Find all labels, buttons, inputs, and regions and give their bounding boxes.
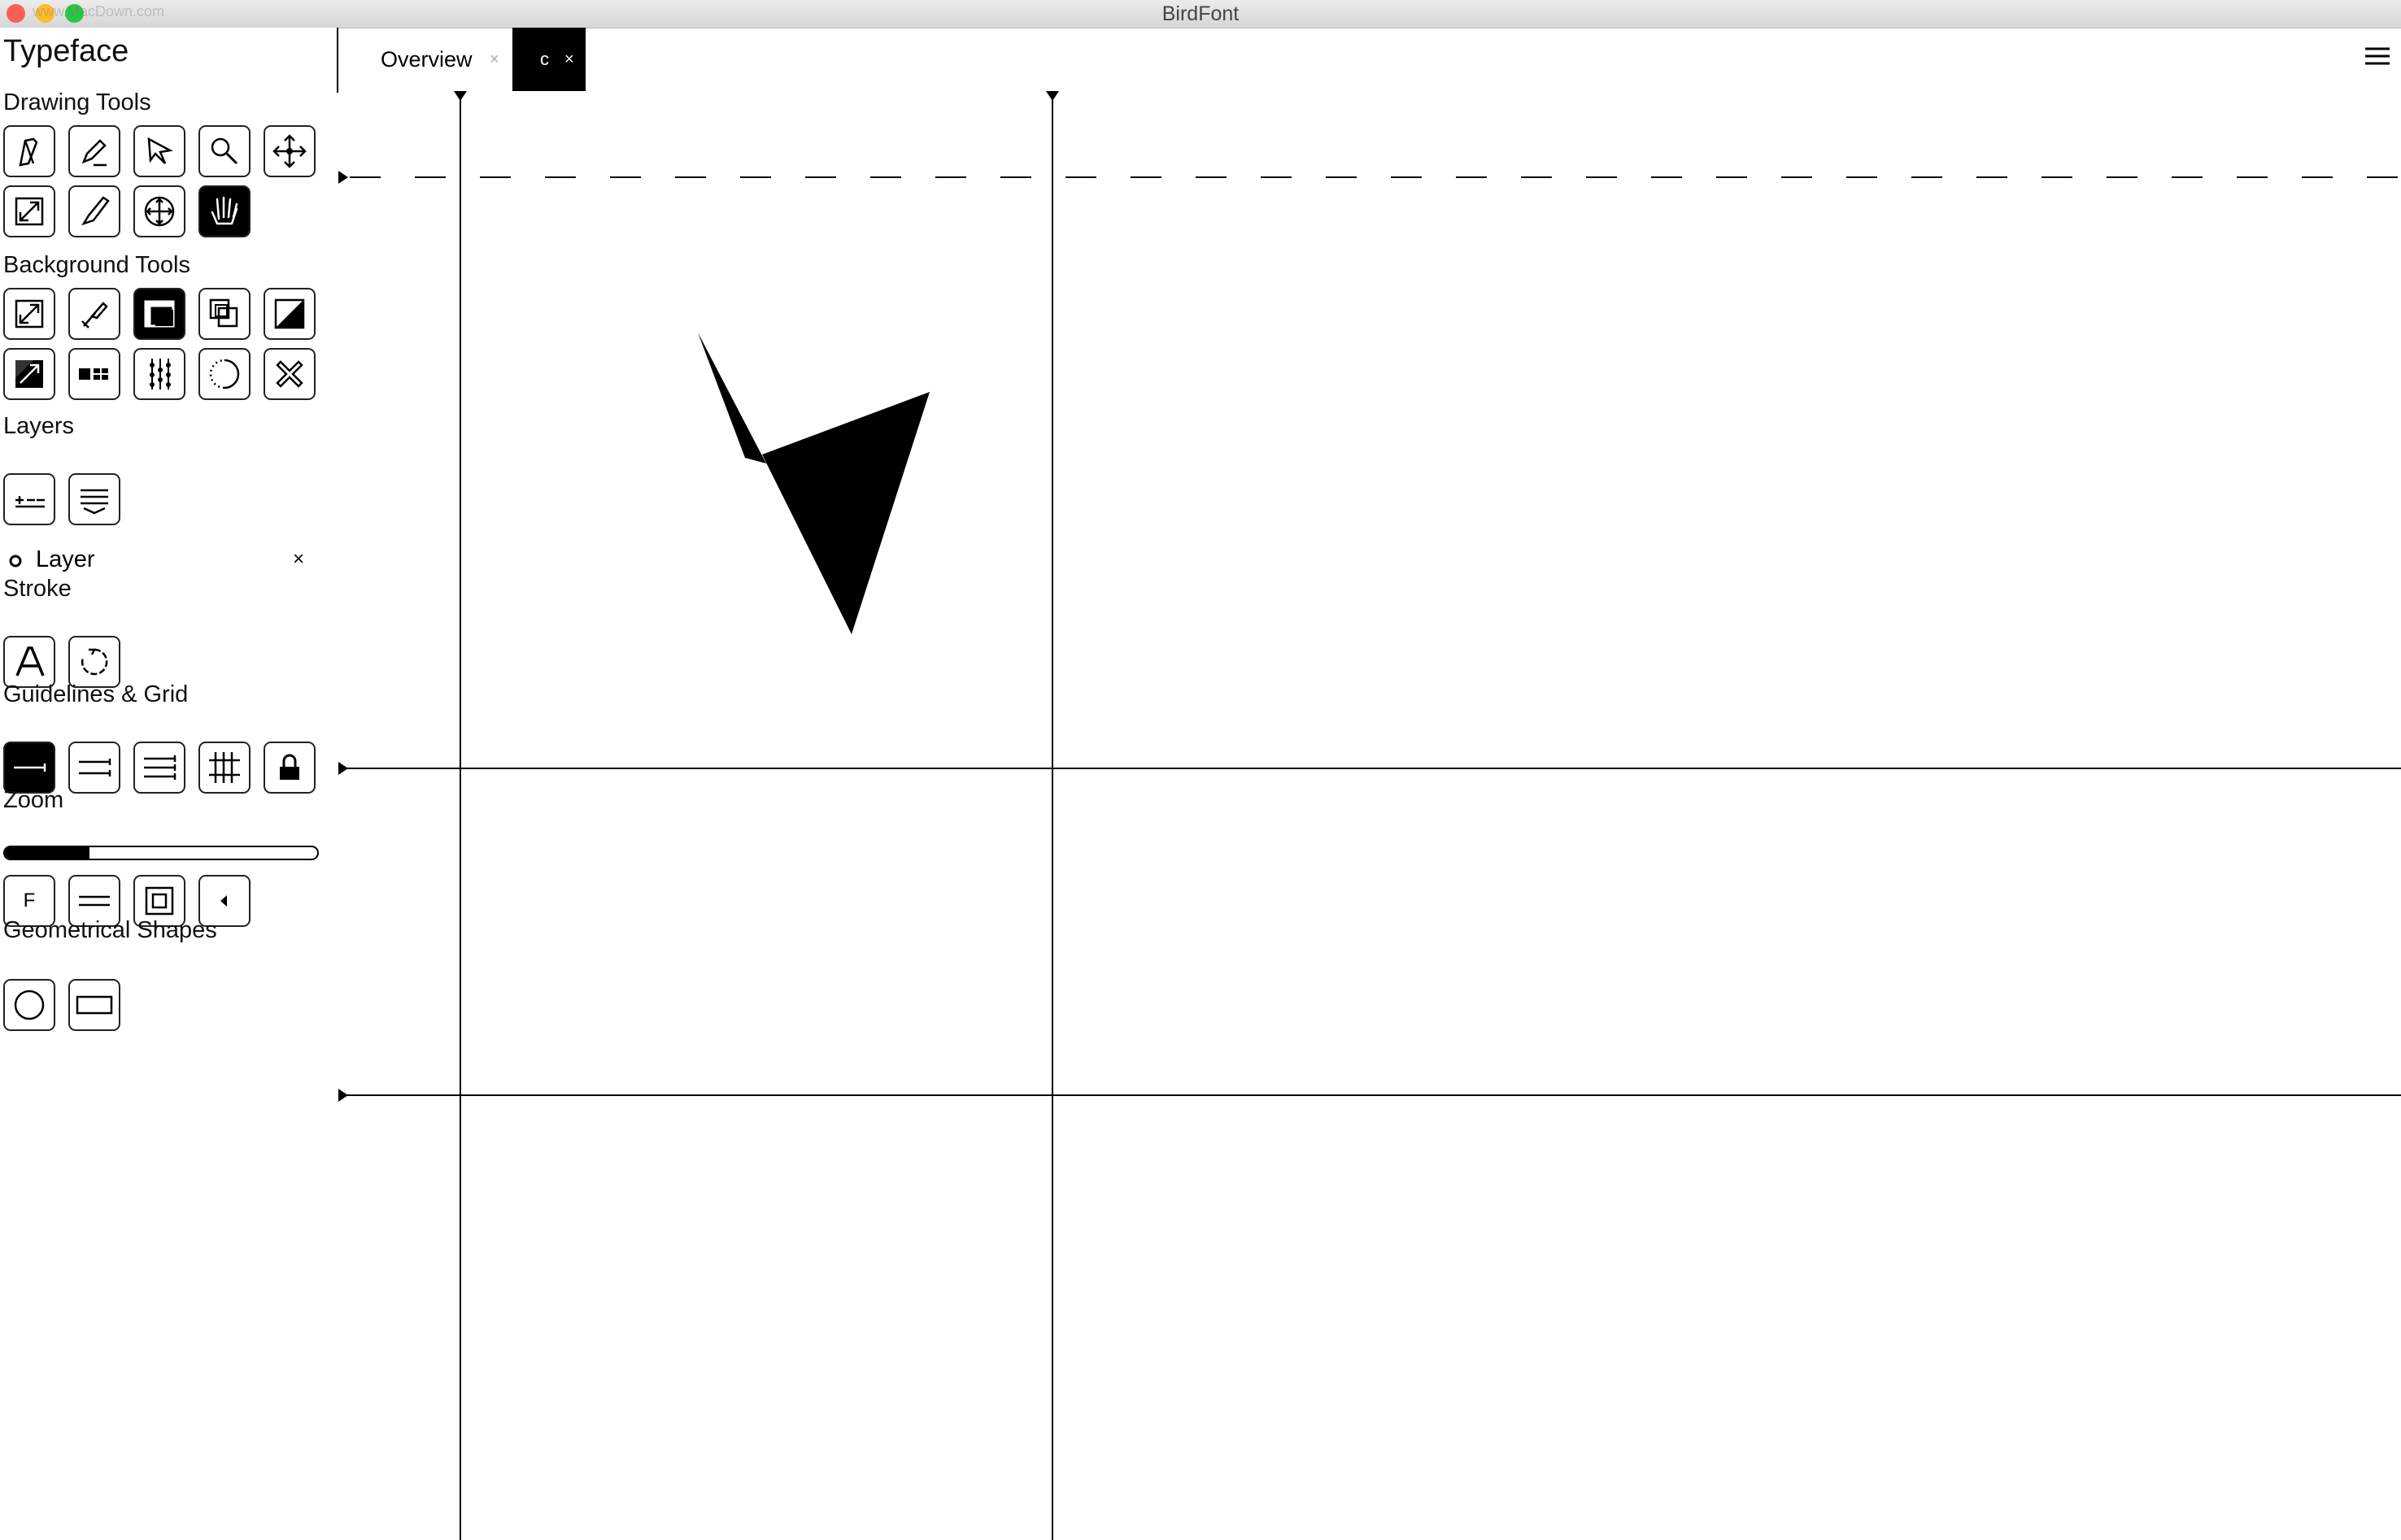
sidebar: Typeface Drawing Tools Background Tools … xyxy=(0,28,337,1540)
hand-tool-button[interactable] xyxy=(198,185,251,237)
zoom-frame-icon xyxy=(145,886,174,916)
canvas-svg xyxy=(338,91,2401,1540)
bg-threshold-button[interactable] xyxy=(3,348,55,400)
bg-contrast-button[interactable] xyxy=(264,288,316,340)
rectangle-shape-button[interactable] xyxy=(68,979,120,1031)
circle-icon xyxy=(14,990,45,1020)
remove-layer-icon[interactable]: × xyxy=(293,548,304,571)
pen-icon xyxy=(19,137,38,167)
zoom-icon xyxy=(211,137,238,165)
grid-button[interactable] xyxy=(198,742,251,794)
top-guide-handle[interactable] xyxy=(338,171,348,184)
bg-dotted-lines-button[interactable] xyxy=(133,348,185,400)
bg-scale-button[interactable] xyxy=(3,288,55,340)
bg-crop-button[interactable] xyxy=(68,288,120,340)
app-window: www.MacDown.com BirdFont Typeface Drawin… xyxy=(0,0,2401,1540)
drawing-tools-heading: Drawing Tools xyxy=(3,89,151,115)
brush-tool-button[interactable] xyxy=(68,185,120,237)
grid-icon xyxy=(209,752,240,783)
tab-glyph-c[interactable]: c × xyxy=(512,28,586,91)
zoom-slider[interactable] xyxy=(3,846,319,860)
threshold-icon xyxy=(15,360,43,388)
glyph-canvas[interactable] xyxy=(338,91,2401,1540)
guide-single-icon xyxy=(14,763,46,772)
zoom-slider-fill xyxy=(5,847,89,859)
guide-double-icon xyxy=(79,759,111,777)
layer-row[interactable]: Layer × xyxy=(8,546,317,576)
descender-handle[interactable] xyxy=(338,1089,348,1102)
guide-single-button[interactable] xyxy=(3,742,55,794)
right-guide-handle[interactable] xyxy=(1046,91,1059,101)
zoom-fit-label: F xyxy=(23,890,36,911)
stroke-outline-button[interactable] xyxy=(68,636,120,688)
left-guide-handle[interactable] xyxy=(454,91,467,101)
menu-button[interactable] xyxy=(2365,46,2390,67)
tab-glyph-label: c xyxy=(540,49,549,69)
window-title: BirdFont xyxy=(1161,2,1240,25)
move-tool-button[interactable] xyxy=(264,125,316,177)
plus-minus-icon xyxy=(15,496,45,508)
blocks-icon xyxy=(79,368,108,380)
pen-tool-button[interactable] xyxy=(3,125,55,177)
layer-list-button[interactable] xyxy=(68,473,120,525)
glyph-shape-large[interactable] xyxy=(762,392,930,634)
crop-icon xyxy=(81,302,108,328)
bg-blocks-button[interactable] xyxy=(68,348,120,400)
guide-triple-button[interactable] xyxy=(133,742,185,794)
bg-dotted-circle-button[interactable] xyxy=(198,348,251,400)
contrast-icon xyxy=(274,298,305,329)
pointer-icon xyxy=(147,137,173,164)
hand-icon xyxy=(211,196,238,225)
zoom-tool-button[interactable] xyxy=(198,125,251,177)
move-icon xyxy=(272,134,307,168)
lock-guides-button[interactable] xyxy=(264,742,316,794)
resize-tool-button[interactable] xyxy=(3,185,55,237)
bg-overlap-button[interactable] xyxy=(198,288,251,340)
bg-cross-button[interactable] xyxy=(264,348,316,400)
tab-overview[interactable]: Overview × xyxy=(338,28,512,91)
circle-arrow-icon xyxy=(81,648,108,676)
hamburger-icon xyxy=(2365,47,2390,65)
add-remove-layer-button[interactable] xyxy=(3,473,55,525)
layers-heading: Layers xyxy=(3,413,75,439)
pointer-tool-button[interactable] xyxy=(133,125,185,177)
baseline-handle[interactable] xyxy=(338,762,348,775)
pencil-icon xyxy=(81,139,107,167)
title-bar: www.MacDown.com BirdFont xyxy=(0,0,2401,28)
frame-icon xyxy=(144,300,175,328)
typeface-title: Typeface xyxy=(3,34,129,68)
guidelines-heading: Guidelines & Grid xyxy=(3,681,189,707)
tab-glyph-close-icon[interactable]: × xyxy=(564,50,574,69)
glyph-shape-small[interactable] xyxy=(698,333,766,463)
crosshair-move-tool-button[interactable] xyxy=(133,185,185,237)
background-tools-heading: Background Tools xyxy=(3,252,191,278)
layer-visibility-icon[interactable] xyxy=(8,554,23,568)
rectangle-icon xyxy=(76,995,113,1015)
tab-overview-close-icon[interactable]: × xyxy=(490,50,499,69)
guide-triple-icon xyxy=(144,755,176,780)
resize-icon xyxy=(15,197,44,226)
triangle-left-icon xyxy=(220,895,227,907)
dotted-circle-icon xyxy=(209,359,240,389)
stroke-text-button[interactable] xyxy=(3,636,55,688)
brush-icon xyxy=(81,196,110,226)
tab-overview-label: Overview xyxy=(381,46,473,72)
guide-double-button[interactable] xyxy=(68,742,120,794)
dotted-lines-icon xyxy=(150,359,171,389)
crosshair-move-icon xyxy=(144,196,175,227)
circle-shape-button[interactable] xyxy=(3,979,55,1031)
scale-icon xyxy=(15,299,44,328)
lock-icon xyxy=(280,754,299,780)
cross-icon xyxy=(276,360,303,388)
pencil-tool-button[interactable] xyxy=(68,125,120,177)
layers-icon xyxy=(81,489,108,515)
shapes-heading: Geometrical Shapes xyxy=(3,917,217,943)
layer-name: Layer xyxy=(36,546,95,572)
zoom-lines-icon xyxy=(79,895,110,907)
letter-a-icon xyxy=(15,646,45,676)
zoom-heading: Zoom xyxy=(3,787,64,813)
bg-frame-button[interactable] xyxy=(133,288,185,340)
stroke-heading: Stroke xyxy=(3,576,72,602)
overlap-icon xyxy=(209,298,238,328)
